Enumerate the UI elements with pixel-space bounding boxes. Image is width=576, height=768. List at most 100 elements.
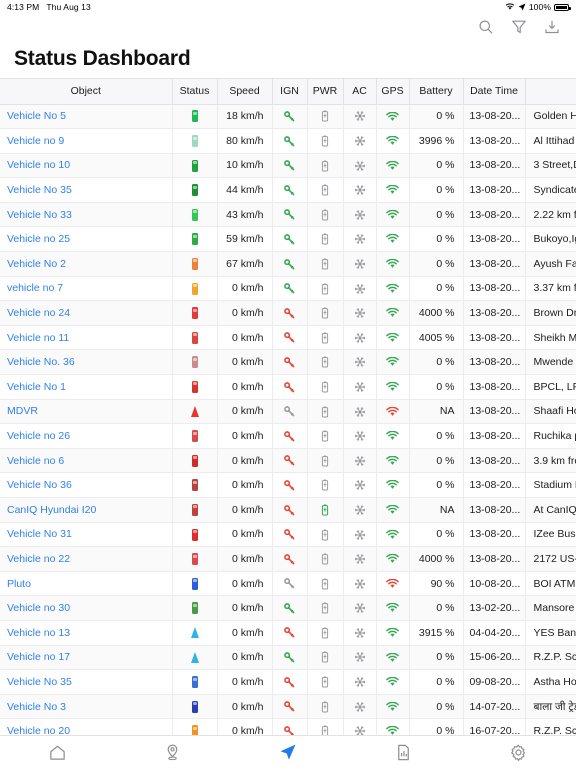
cell-speed: 0 km/h	[217, 300, 273, 326]
table-row[interactable]: Vehicle no 6 0 km/h 0 % 13-08-20... 3.9 km f…	[0, 448, 576, 474]
cell-object[interactable]: Vehicle no 6	[0, 448, 173, 474]
table-row[interactable]: Vehicle no 9 80 km/h 3996 % 13-08-20... Al I…	[0, 128, 576, 154]
tab-settings[interactable]	[461, 736, 576, 768]
cell-object[interactable]: vehicle no 7	[0, 276, 173, 302]
table-row[interactable]: Vehicle No. 36 0 km/h 0 % 13-08-20... Mwende…	[0, 349, 576, 376]
cell-object[interactable]: Vehicle no 10	[0, 153, 173, 179]
cell-object[interactable]: Vehicle no 25	[0, 226, 173, 253]
cell-address: Mwende S	[525, 349, 576, 376]
cell-object[interactable]: Vehicle No. 36	[0, 349, 173, 376]
table-row[interactable]: MDVR 0 km/h NA13-08-20...Shaafi Hos	[0, 399, 576, 425]
cell-object[interactable]: Vehicle No 35	[0, 669, 173, 695]
cell-object[interactable]: Pluto	[0, 571, 173, 597]
wifi-icon	[386, 283, 399, 294]
cell-speed: 18 km/h	[217, 104, 273, 130]
table-row[interactable]: Vehicle No 35 44 km/h 0 % 13-08-20... Syndic…	[0, 177, 576, 203]
table-row[interactable]: Vehicle no 25 59 km/h 0 % 13-08-20... Bukoyo…	[0, 226, 576, 253]
table-row[interactable]: Vehicle No 31 0 km/h 0 % 13-08-20... IZee Bu…	[0, 522, 576, 548]
column-header-datetime[interactable]: Date Time	[463, 79, 526, 105]
table-row[interactable]: Vehicle No 35 0 km/h 0 % 09-08-20... Astha H…	[0, 669, 576, 695]
cell-address: 2172 US-6	[525, 546, 576, 572]
battery-icon	[321, 676, 329, 688]
table-row[interactable]: Vehicle No 5 18 km/h 0 % 13-08-20... Golden …	[0, 104, 576, 130]
battery-icon	[321, 455, 329, 467]
table-row[interactable]: Vehicle no 17 0 km/h 0 % 15-06-20... R.Z.P. …	[0, 645, 576, 671]
cell-ac	[343, 349, 377, 376]
cell-pwr	[307, 153, 344, 179]
column-header-gps[interactable]: GPS	[376, 79, 410, 105]
cell-address: 3.37 km fr	[525, 276, 576, 302]
column-header-status[interactable]: Status	[172, 79, 218, 105]
cell-ac	[343, 399, 377, 425]
cell-object[interactable]: Vehicle No 2	[0, 251, 173, 277]
cell-gps	[376, 251, 410, 277]
cell-object[interactable]: Vehicle no 26	[0, 423, 173, 449]
cell-object[interactable]: Vehicle No 3	[0, 694, 173, 720]
tab-tracking[interactable]	[115, 736, 230, 768]
tab-live[interactable]	[230, 736, 345, 768]
cell-speed: 0 km/h	[217, 325, 273, 351]
wifi-icon	[386, 234, 399, 244]
status-table-container[interactable]: Object Status Speed IGN PWR AC GPS Batte…	[0, 78, 576, 735]
cell-object[interactable]: Vehicle No 35	[0, 177, 173, 203]
cell-datetime: 13-08-20...	[463, 251, 526, 277]
cell-pwr	[307, 374, 344, 400]
table-row[interactable]: Vehicle no 26 0 km/h 0 % 13-08-20... Ruchika…	[0, 423, 576, 449]
table-row[interactable]: Vehicle No 33 43 km/h 0 % 13-08-20... 2.22 k…	[0, 202, 576, 228]
vehicle-status-icon	[191, 135, 198, 147]
snowflake-icon	[354, 184, 366, 196]
cell-status	[172, 718, 218, 735]
cell-object[interactable]: Vehicle no 9	[0, 128, 173, 154]
table-row[interactable]: Vehicle no 11 0 km/h 4005 % 13-08-20... Shei…	[0, 325, 576, 351]
table-row[interactable]: Pluto 0 km/h 90 %10-08-20...BOI ATM, .	[0, 571, 576, 597]
tab-home[interactable]	[0, 736, 115, 768]
wifi-icon	[386, 406, 399, 417]
cell-object[interactable]: CanIQ Hyundai I20	[0, 497, 173, 523]
snowflake-icon	[354, 602, 366, 614]
cell-object[interactable]: Vehicle No 1	[0, 374, 173, 400]
cell-object[interactable]: MDVR	[0, 399, 173, 425]
table-row[interactable]: Vehicle No 3 0 km/h 0 % 14-07-20... बाला जी …	[0, 694, 576, 720]
table-row[interactable]: Vehicle no 30 0 km/h 0 % 13-02-20... Mansore…	[0, 595, 576, 621]
cell-status	[172, 645, 218, 671]
table-row[interactable]: Vehicle no 20 0 km/h 0 % 16-07-20... R.Z.P. …	[0, 718, 576, 735]
cell-object[interactable]: Vehicle no 30	[0, 595, 173, 621]
cell-object[interactable]: Vehicle no 22	[0, 546, 173, 572]
search-icon[interactable]	[478, 19, 494, 35]
cell-object[interactable]: Vehicle No 33	[0, 202, 173, 228]
table-row[interactable]: Vehicle no 24 0 km/h 4000 % 13-08-20... Brow…	[0, 300, 576, 326]
table-row[interactable]: Vehicle No 1 0 km/h 0 %13-08-20...BPCL, LP…	[0, 374, 576, 400]
tab-reports[interactable]	[346, 736, 461, 768]
cell-object[interactable]: Vehicle no 20	[0, 718, 173, 735]
vehicle-status-icon	[191, 282, 198, 295]
table-row[interactable]: Vehicle No 36 0 km/h 0 % 13-08-20... Stadium…	[0, 472, 576, 498]
cell-battery: 0 %	[409, 472, 464, 498]
table-row[interactable]: Vehicle no 10 10 km/h 0 % 13-08-20... 3 Stre…	[0, 153, 576, 179]
column-header-pwr[interactable]: PWR	[307, 79, 344, 105]
cell-object[interactable]: Vehicle no 11	[0, 325, 173, 351]
column-header-object[interactable]: Object	[0, 79, 173, 105]
cell-speed: 10 km/h	[217, 153, 273, 179]
table-row[interactable]: CanIQ Hyundai I20 0 km/h NA 13-08-20... At C…	[0, 497, 576, 523]
column-header-speed[interactable]: Speed	[217, 79, 273, 105]
table-row[interactable]: Vehicle no 13 0 km/h 3915 % 04-04-20... YES …	[0, 620, 576, 646]
column-header-battery[interactable]: Battery	[409, 79, 464, 105]
cell-object[interactable]: Vehicle no 24	[0, 300, 173, 326]
filter-icon[interactable]	[511, 19, 527, 35]
download-icon[interactable]	[544, 19, 560, 35]
battery-icon	[321, 406, 329, 418]
cell-object[interactable]: Vehicle No 5	[0, 104, 173, 130]
table-row[interactable]: Vehicle No 2 67 km/h 0 % 13-08-20... Ayush F…	[0, 251, 576, 277]
cell-object[interactable]: Vehicle No 36	[0, 472, 173, 498]
cell-object[interactable]: Vehicle no 17	[0, 645, 173, 671]
cell-object[interactable]: Vehicle no 13	[0, 620, 173, 646]
column-header-ac[interactable]: AC	[343, 79, 377, 105]
column-header-address[interactable]	[525, 79, 576, 105]
cell-object[interactable]: Vehicle No 31	[0, 522, 173, 548]
column-header-ign[interactable]: IGN	[272, 79, 308, 105]
battery-icon	[321, 701, 329, 713]
table-row[interactable]: vehicle no 7 0 km/h 0 % 13-08-20... 3.37 km …	[0, 276, 576, 302]
table-row[interactable]: Vehicle no 22 0 km/h 4000 % 13-08-20... 2172…	[0, 546, 576, 572]
wifi-icon	[505, 3, 515, 11]
cell-ign	[272, 349, 308, 376]
